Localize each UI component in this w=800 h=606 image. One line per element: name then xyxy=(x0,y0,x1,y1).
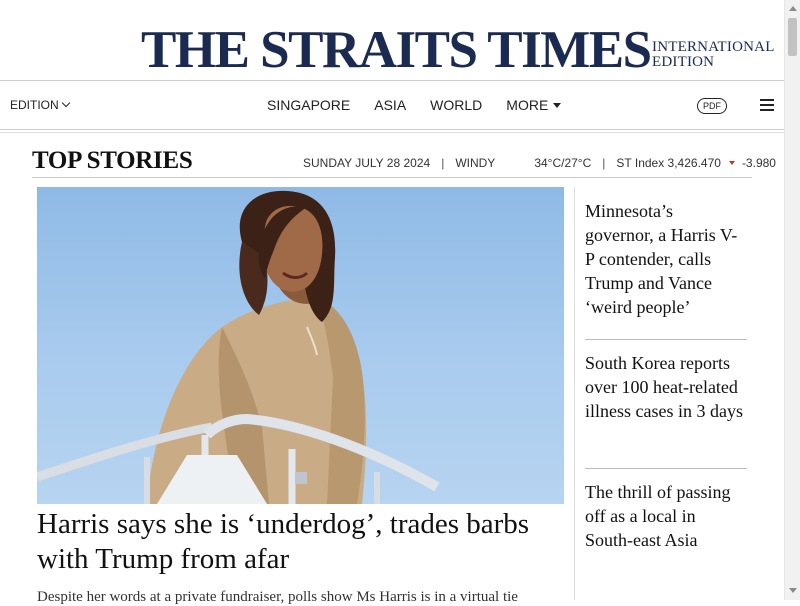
side-story-divider xyxy=(585,468,747,469)
side-story-divider xyxy=(585,339,747,340)
hamburger-menu-icon[interactable] xyxy=(760,99,774,111)
st-index[interactable]: ST Index 3,426.470 xyxy=(616,156,721,170)
scroll-up-arrow-icon[interactable] xyxy=(789,6,797,11)
lead-story-image[interactable] xyxy=(37,187,564,504)
edition-tag-line2: EDITION xyxy=(652,54,715,70)
scroll-down-arrow-icon[interactable] xyxy=(789,588,797,593)
edition-tag: INTERNATIONAL EDITION xyxy=(652,40,775,70)
nav-link-world[interactable]: WORLD xyxy=(430,97,482,113)
column-divider xyxy=(574,187,575,600)
nav-link-more[interactable]: MORE xyxy=(506,97,562,113)
nav-links: SINGAPORE ASIA WORLD MORE xyxy=(267,97,585,113)
section-title: TOP STORIES xyxy=(32,147,193,174)
weather-label: WINDY xyxy=(455,156,496,170)
lead-story-summary: Despite her words at a private fundraise… xyxy=(37,589,518,605)
edition-tag-line1: INTERNATIONAL xyxy=(652,39,775,55)
temperature: 34°C/27°C xyxy=(534,156,592,170)
nav-link-singapore[interactable]: SINGAPORE xyxy=(267,97,350,113)
nav-link-more-label: MORE xyxy=(506,97,549,113)
arrow-down-icon xyxy=(728,161,735,165)
caret-down-icon xyxy=(553,103,562,108)
scrollbar-thumb[interactable] xyxy=(788,18,797,56)
pdf-button[interactable]: PDF xyxy=(697,98,727,114)
lead-story-headline[interactable]: Harris says she is ‘underdog’, trades ba… xyxy=(37,507,567,577)
current-date: SUNDAY JULY 28 2024 xyxy=(303,156,431,170)
side-story-headline[interactable]: The thrill of passing off as a local in … xyxy=(585,480,745,552)
st-index-change: -3.980 xyxy=(741,156,776,170)
side-story-headline[interactable]: South Korea reports over 100 heat-relate… xyxy=(585,351,745,423)
info-bar: SUNDAY JULY 28 2024 | WINDY 34°C/27°C | ST In… xyxy=(303,156,776,170)
side-story-headline[interactable]: Minnesota’s governor, a Harris V-P conte… xyxy=(585,199,745,319)
section-divider xyxy=(32,177,752,178)
lead-photo-illustration xyxy=(37,190,440,504)
vertical-scrollbar[interactable] xyxy=(784,0,800,600)
nav-link-asia[interactable]: ASIA xyxy=(374,97,406,113)
main-nav: EDITION SINGAPORE ASIA WORLD MORE PDF xyxy=(0,80,784,133)
masthead: THE STRAITS TIMES INTERNATIONAL EDITION xyxy=(0,0,784,80)
edition-dropdown[interactable]: EDITION xyxy=(10,98,70,112)
site-logo[interactable]: THE STRAITS TIMES xyxy=(141,22,652,78)
edition-dropdown-label: EDITION xyxy=(10,98,59,112)
chevron-down-icon xyxy=(61,98,70,108)
